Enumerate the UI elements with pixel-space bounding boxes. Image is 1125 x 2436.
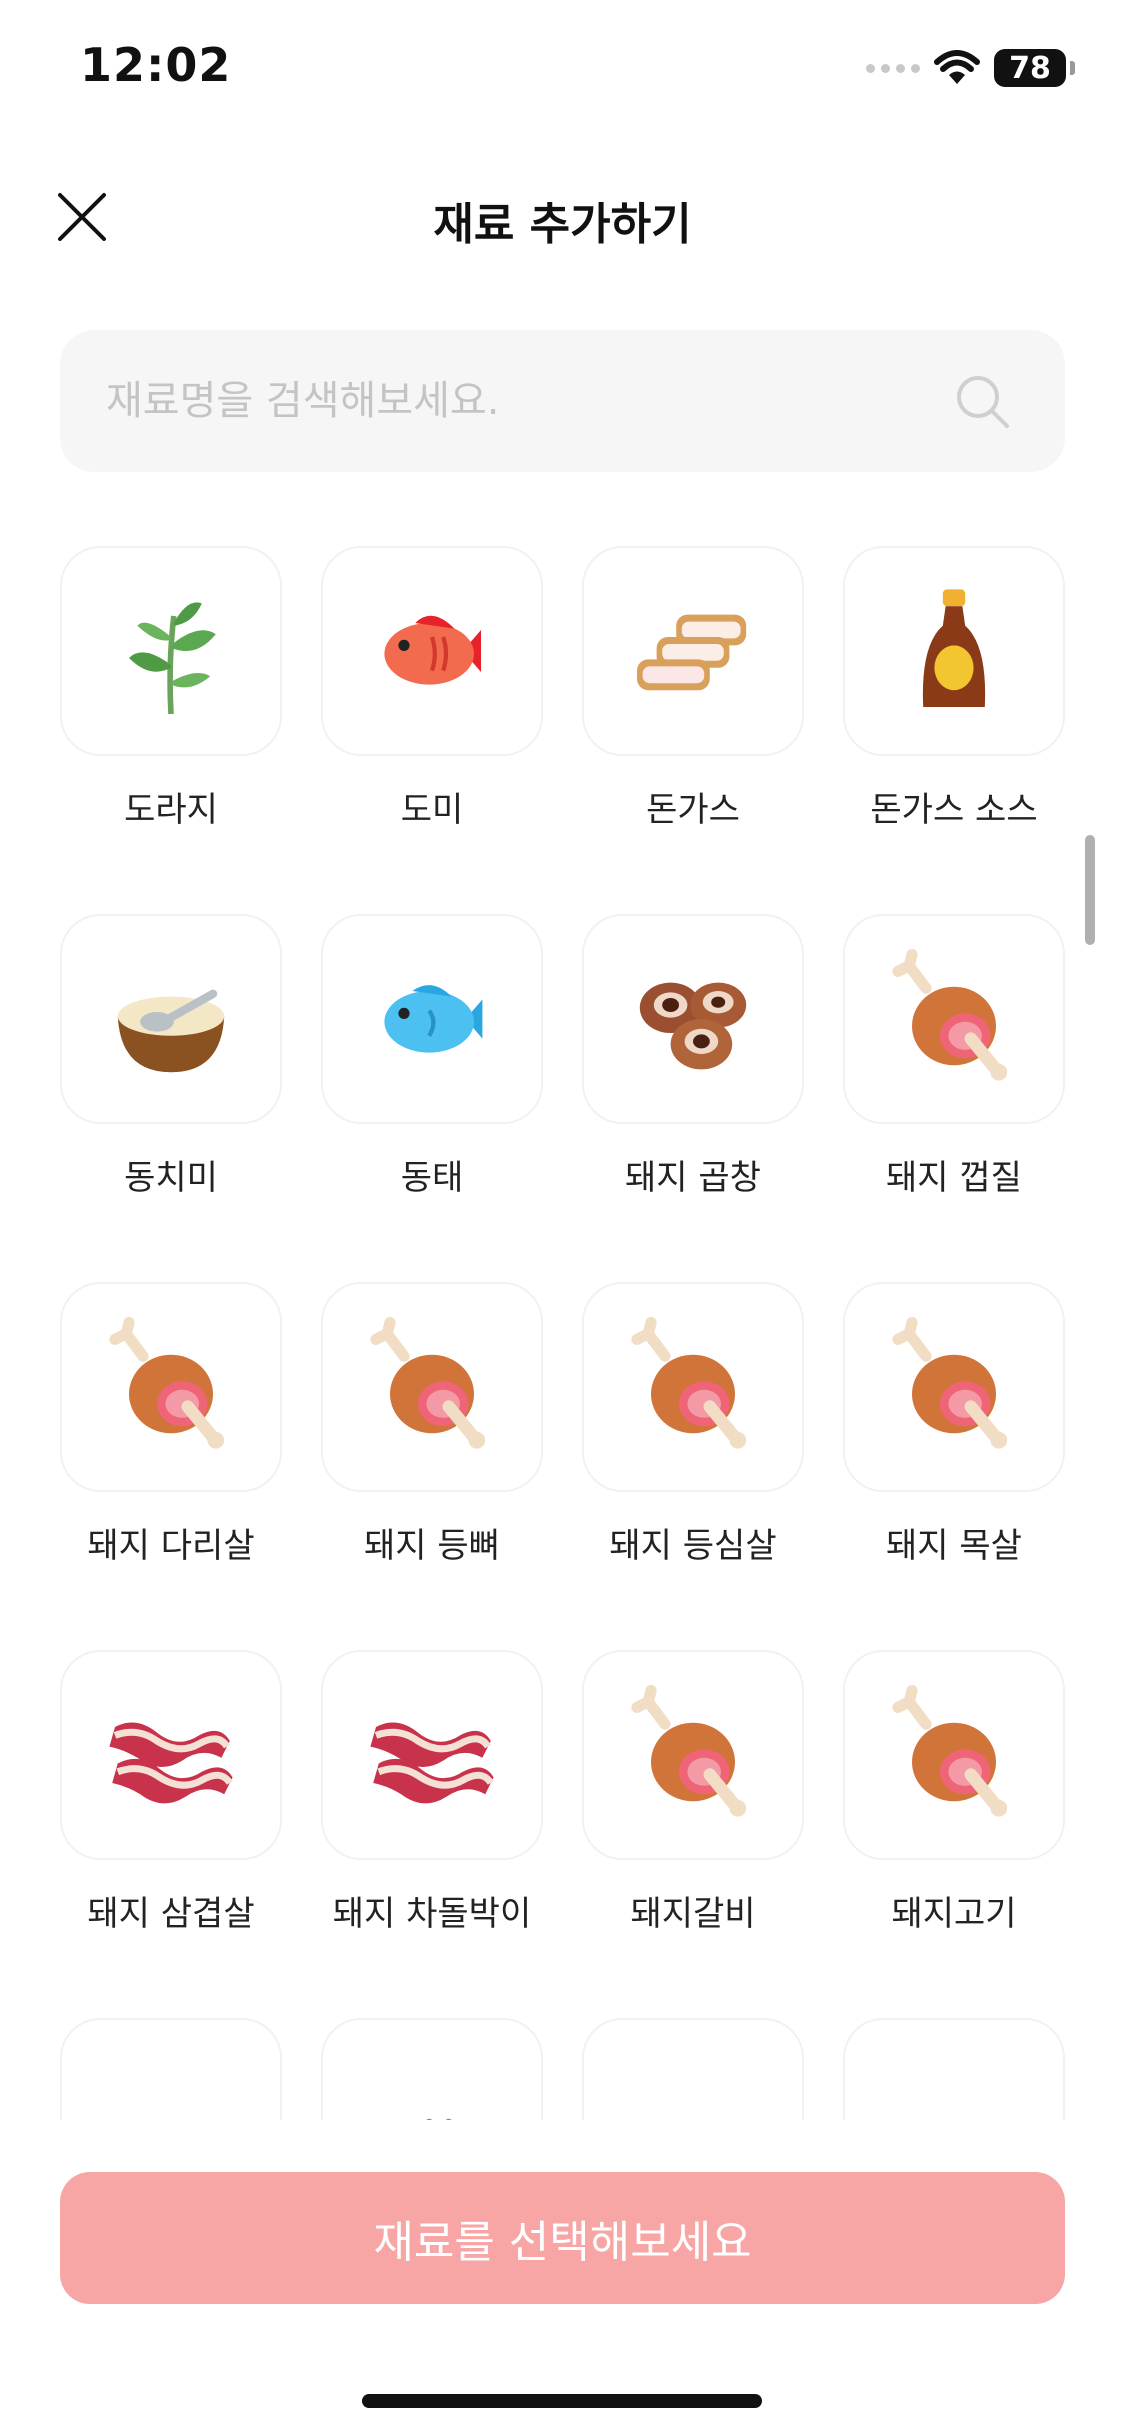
ingredient-tile[interactable] — [321, 2018, 543, 2120]
jar-icon — [623, 2053, 763, 2120]
blue-fish-icon — [384, 985, 483, 1053]
ingredient-item[interactable]: 돼지 삼겹살 — [60, 1650, 282, 2018]
meat-leg-icon — [370, 1317, 486, 1449]
ingredient-item[interactable]: 돼지 껍질 — [843, 914, 1065, 1282]
ingredient-tile[interactable] — [582, 2018, 804, 2120]
ingredient-item[interactable]: 돼지 등심살 — [582, 1282, 804, 1650]
cutlet-icon — [637, 614, 747, 691]
ingredient-tile[interactable] — [60, 1650, 282, 1860]
ingredient-item[interactable] — [582, 2018, 804, 2120]
search-icon[interactable] — [955, 374, 1011, 430]
ingredient-tile[interactable] — [60, 546, 282, 756]
stew-bowl-icon — [101, 2053, 241, 2120]
meat-leg-icon — [631, 1685, 747, 1817]
ingredient-tile[interactable] — [843, 2018, 1065, 2120]
signal-icon — [866, 63, 920, 73]
ingredient-tile[interactable] — [582, 1282, 804, 1492]
meat-leg-icon — [892, 949, 1008, 1081]
status-bar: 12:02 78 — [0, 0, 1125, 140]
ingredient-tile[interactable] — [843, 1650, 1065, 1860]
ingredient-tile[interactable] — [321, 1282, 543, 1492]
ingredient-item[interactable]: 도라지 — [60, 546, 282, 914]
status-time: 12:02 — [80, 38, 232, 92]
ingredient-tile[interactable] — [321, 1650, 543, 1860]
meat-leg-icon — [631, 1317, 747, 1449]
ingredient-item[interactable]: 돼지고기 — [843, 1650, 1065, 2018]
scrollbar[interactable] — [1085, 835, 1095, 945]
ingredient-tile[interactable] — [60, 2018, 282, 2120]
sprout-icon — [129, 602, 216, 715]
ingredient-label: 돼지고기 — [891, 1894, 1017, 1934]
sauce-bottle-icon — [922, 589, 986, 707]
ingredient-tile[interactable] — [843, 914, 1065, 1124]
bacon-icon — [109, 1722, 233, 1804]
ingredient-item[interactable]: 돈가스 — [582, 546, 804, 914]
ingredient-item[interactable]: 돼지갈비 — [582, 1650, 804, 2018]
ingredient-item[interactable]: 동치미 — [60, 914, 282, 1282]
ingredient-label: 돼지 껍질 — [886, 1158, 1022, 1198]
ingredient-label: 돼지 삼겹살 — [87, 1894, 255, 1934]
ingredient-label: 돈가스 — [646, 790, 740, 830]
select-ingredient-button[interactable]: 재료를 선택해보세요 — [60, 2172, 1065, 2304]
ingredient-item[interactable]: 돼지 곱창 — [582, 914, 804, 1282]
ingredient-item[interactable] — [321, 2018, 543, 2120]
meat-leg-icon — [892, 1317, 1008, 1449]
ingredient-item[interactable]: 도미 — [321, 546, 543, 914]
red-fish-icon — [384, 615, 481, 685]
ingredient-grid-viewport[interactable]: 도라지 도미 돈가스 돈가스 소스동치미 동태 돼지 곱창 돼지 껍질돼지 다리살 돼지 등뼈… — [0, 530, 1125, 2120]
soup-bowl-icon — [117, 989, 225, 1073]
ingredient-tile[interactable] — [843, 1282, 1065, 1492]
ingredient-label: 도라지 — [124, 790, 218, 830]
meat-leg-icon — [892, 1685, 1008, 1817]
search-box[interactable] — [60, 330, 1065, 472]
tripe-icon — [639, 982, 747, 1070]
ingredient-tile[interactable] — [582, 1650, 804, 1860]
ingredient-tile[interactable] — [60, 914, 282, 1124]
home-indicator[interactable] — [362, 2394, 762, 2408]
battery-cap — [1070, 61, 1075, 75]
ingredient-label: 돼지 다리살 — [87, 1526, 255, 1566]
ingredient-label: 동태 — [400, 1158, 464, 1198]
battery-level: 78 — [1009, 50, 1051, 86]
ingredient-tile[interactable] — [582, 546, 804, 756]
ingredient-tile[interactable] — [60, 1282, 282, 1492]
ingredient-item[interactable] — [843, 2018, 1065, 2120]
ingredient-label: 돼지 목살 — [886, 1526, 1022, 1566]
ingredient-label: 돼지 등뼈 — [364, 1526, 500, 1566]
ingredient-item[interactable]: 돼지 목살 — [843, 1282, 1065, 1650]
ingredient-item[interactable]: 돼지 등뼈 — [321, 1282, 543, 1650]
wifi-icon — [934, 50, 980, 84]
ingredient-label: 돼지갈비 — [630, 1894, 756, 1934]
ingredient-tile[interactable] — [321, 546, 543, 756]
ingredient-grid: 도라지 도미 돈가스 돈가스 소스동치미 동태 돼지 곱창 돼지 껍질돼지 다리살 돼지 등뼈… — [60, 546, 1065, 2120]
ingredient-tile[interactable] — [321, 914, 543, 1124]
page-title: 재료 추가하기 — [433, 199, 692, 250]
meat-leg-icon — [109, 1317, 225, 1449]
tofu-icon — [884, 2053, 1024, 2120]
bacon-icon — [370, 1722, 494, 1804]
ingredient-item[interactable]: 동태 — [321, 914, 543, 1282]
ingredient-item[interactable]: 돈가스 소스 — [843, 546, 1065, 914]
herb-icon — [426, 2118, 452, 2120]
ingredient-label: 돼지 곱창 — [625, 1158, 761, 1198]
battery-icon: 78 — [994, 49, 1066, 87]
ingredient-label: 돼지 차돌박이 — [332, 1894, 532, 1934]
header: 재료 추가하기 — [0, 160, 1125, 270]
ingredient-label: 도미 — [400, 790, 464, 830]
ingredient-item[interactable] — [60, 2018, 282, 2120]
ingredient-label: 돈가스 소스 — [870, 790, 1038, 830]
ingredient-label: 동치미 — [124, 1158, 218, 1198]
ingredient-item[interactable]: 돼지 차돌박이 — [321, 1650, 543, 2018]
ingredient-tile[interactable] — [582, 914, 804, 1124]
ingredient-tile[interactable] — [843, 546, 1065, 756]
ingredient-label: 돼지 등심살 — [609, 1526, 777, 1566]
search-input[interactable] — [106, 330, 956, 472]
ingredient-item[interactable]: 돼지 다리살 — [60, 1282, 282, 1650]
status-icons: 78 — [866, 46, 1075, 90]
